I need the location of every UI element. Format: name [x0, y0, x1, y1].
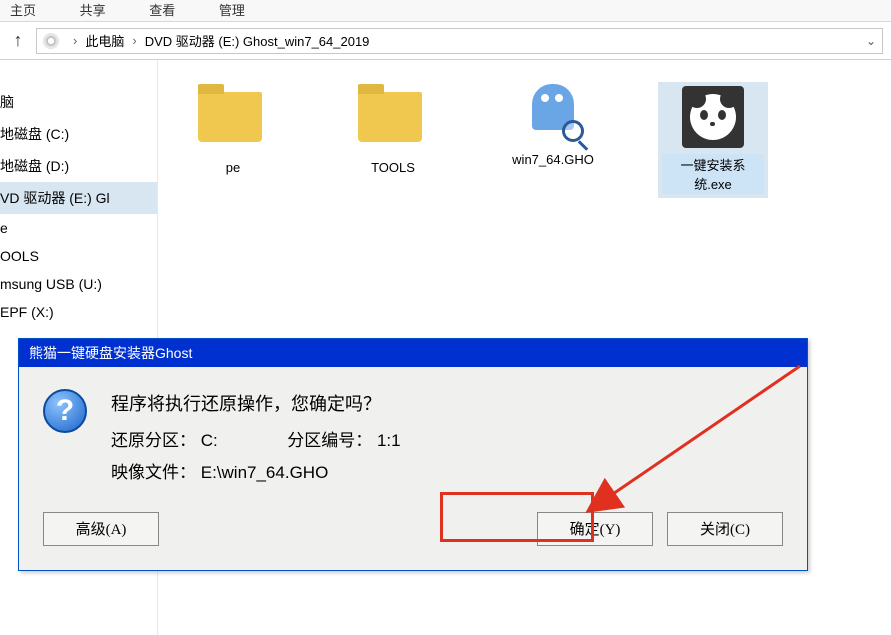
breadcrumb-sep: › — [132, 33, 136, 48]
menu-share[interactable]: 共享 — [80, 3, 106, 18]
menubar: 主页 共享 查看 管理 — [0, 0, 891, 22]
partition-value: C: — [201, 431, 218, 450]
menu-manage[interactable]: 管理 — [219, 3, 245, 18]
file-label: win7_64.GHO — [498, 152, 608, 167]
partnum-value: 1:1 — [377, 431, 401, 450]
image-value: E:\win7_64.GHO — [201, 463, 329, 482]
sidebar-item-pc[interactable]: 脑 — [0, 86, 157, 118]
close-button[interactable]: 关闭(C) — [667, 512, 783, 546]
question-icon: ? — [43, 389, 87, 433]
partnum-label: 分区编号： — [287, 431, 372, 450]
dialog-title: 熊猫一键硬盘安装器Ghost — [19, 339, 807, 367]
file-item-exe[interactable]: 一键安装系统.exe — [658, 82, 768, 198]
menu-home[interactable]: 主页 — [10, 3, 36, 18]
folder-icon — [358, 92, 422, 142]
disc-icon — [43, 33, 59, 49]
sidebar-item-c[interactable]: 地磁盘 (C:) — [0, 118, 157, 150]
file-label: TOOLS — [338, 160, 448, 175]
sidebar-item-usb[interactable]: msung USB (U:) — [0, 270, 157, 298]
file-label: 一键安装系统.exe — [662, 154, 764, 194]
breadcrumb-sep: › — [73, 33, 77, 48]
sidebar-item-tools[interactable]: OOLS — [0, 242, 157, 270]
breadcrumb-dropdown-icon[interactable]: ⌄ — [866, 34, 876, 48]
folder-icon — [198, 92, 262, 142]
gho-icon — [518, 84, 588, 144]
dialog-ghost-installer: 熊猫一键硬盘安装器Ghost ? 程序将执行还原操作，您确定吗？ 还原分区： C… — [18, 338, 808, 571]
addressbar: ↑ › 此电脑 › DVD 驱动器 (E:) Ghost_win7_64_201… — [0, 22, 891, 60]
dialog-text: 程序将执行还原操作，您确定吗？ 还原分区： C: 分区编号： 1:1 映像文件：… — [111, 387, 401, 490]
sidebar-item-dvd[interactable]: VD 驱动器 (E:) Gl — [0, 182, 157, 214]
panda-exe-icon — [682, 86, 744, 148]
sidebar-item-pe[interactable]: e — [0, 214, 157, 242]
file-label: pe — [178, 160, 288, 175]
image-label: 映像文件： — [111, 463, 196, 482]
file-item-gho[interactable]: win7_64.GHO — [498, 82, 608, 167]
breadcrumb-drive[interactable]: DVD 驱动器 (E:) Ghost_win7_64_2019 — [145, 31, 370, 50]
partition-label: 还原分区： — [111, 431, 196, 450]
file-item-tools[interactable]: TOOLS — [338, 82, 448, 175]
breadcrumb[interactable]: › 此电脑 › DVD 驱动器 (E:) Ghost_win7_64_2019 … — [36, 28, 883, 54]
sidebar-item-epf[interactable]: EPF (X:) — [0, 298, 157, 326]
up-arrow-icon[interactable]: ↑ — [8, 30, 28, 51]
advanced-button[interactable]: 高级(A) — [43, 512, 159, 546]
sidebar-item-d[interactable]: 地磁盘 (D:) — [0, 150, 157, 182]
dialog-prompt: 程序将执行还原操作，您确定吗？ — [111, 387, 401, 421]
breadcrumb-root[interactable]: 此电脑 — [85, 31, 124, 50]
ok-button[interactable]: 确定(Y) — [537, 512, 653, 546]
file-item-pe[interactable]: pe — [178, 82, 288, 175]
menu-view[interactable]: 查看 — [149, 3, 175, 18]
